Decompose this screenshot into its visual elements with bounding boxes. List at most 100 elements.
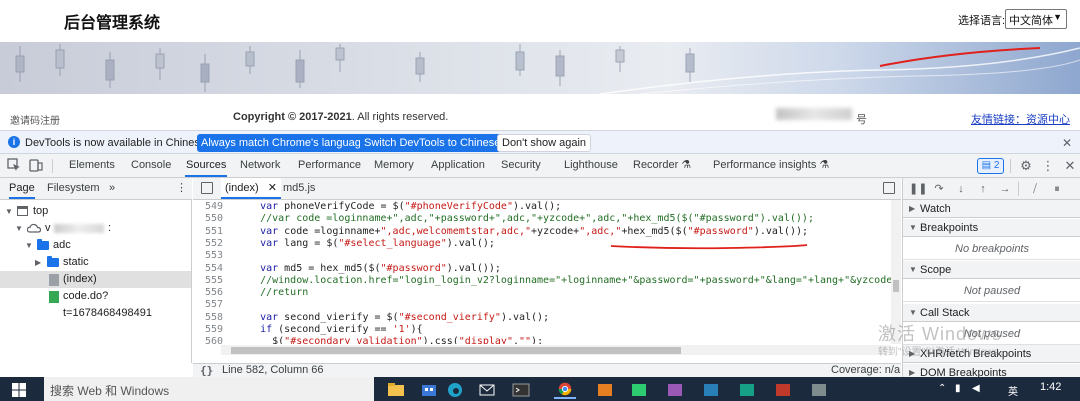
scope-not-paused-text: Not paused (903, 280, 1080, 302)
pause-on-exceptions-icon[interactable]: ⏸ (1049, 181, 1065, 197)
tab-network[interactable]: Network (239, 154, 281, 177)
expand-triangle-icon: ▼ (5, 207, 13, 216)
taskbar-search[interactable]: 搜索 Web 和 Windows (44, 377, 374, 401)
code-view[interactable]: 549 var phoneVerifyCode = $("#phoneVerif… (193, 200, 893, 344)
tree-item-index[interactable]: (index) (0, 271, 191, 288)
tray-chevron-icon[interactable]: ⌃ (938, 383, 946, 394)
copyright-suffix: . All rights reserved. (351, 111, 449, 123)
line-number: 551 (204, 225, 223, 237)
store-icon[interactable] (418, 380, 440, 399)
tab-lighthouse[interactable]: Lighthouse (563, 154, 619, 177)
friendly-links[interactable]: 友情链接：资源中心 (971, 111, 1070, 127)
toolbar-divider (1018, 182, 1019, 196)
file-icon (49, 274, 59, 286)
tab-elements[interactable]: Elements (68, 154, 116, 177)
taskbar-clock[interactable]: 1:42 (1040, 381, 1061, 393)
devtools-language-infobar: i DevTools is now available in Chinese! … (0, 130, 1080, 154)
tab-performance-insights[interactable]: Performance insights ⚗ (712, 154, 830, 177)
tab-memory[interactable]: Memory (373, 154, 415, 177)
navigator-menu-icon[interactable]: ⋮ (176, 178, 187, 199)
app-icon[interactable] (664, 380, 686, 399)
chevron-down-icon: ▼ (1053, 12, 1062, 22)
inspect-element-icon[interactable] (6, 158, 22, 174)
editor-tab-index[interactable]: (index) ✕ (221, 178, 281, 199)
tree-label-top: top (33, 205, 49, 217)
tree-item-static[interactable]: ▶ static (0, 254, 191, 271)
editor-tab-md5[interactable]: md5.js (279, 178, 319, 199)
ime-indicator[interactable]: 英 (1008, 383, 1018, 398)
code-line: 554 var md5 = hex_md5($("#password").val… (193, 263, 893, 275)
step-out-icon[interactable]: ↑ (975, 181, 991, 197)
switch-chinese-button[interactable]: Switch DevTools to Chinese (360, 134, 505, 152)
section-breakpoints-label: Breakpoints (920, 222, 979, 234)
tab-recorder[interactable]: Recorder ⚗ (632, 154, 692, 177)
pause-icon[interactable]: ❚❚ (909, 181, 927, 197)
edge-browser-icon[interactable] (444, 380, 466, 399)
app-icon[interactable] (772, 380, 794, 399)
site-footer: 邀请码注册 Copyright © 2017-2021. All rights … (0, 94, 1080, 130)
terminal-icon[interactable] (510, 380, 532, 399)
close-devtools-icon[interactable]: ✕ (1062, 158, 1078, 174)
app-icon[interactable] (594, 380, 616, 399)
file-explorer-icon[interactable] (385, 380, 407, 399)
pretty-print-icon[interactable]: {} (200, 364, 213, 377)
network-icon[interactable]: ▮ (955, 383, 961, 394)
app-icon[interactable] (808, 380, 830, 399)
dont-show-again-button[interactable]: Don't show again (497, 134, 592, 152)
section-breakpoints[interactable]: ▼ Breakpoints (903, 219, 1080, 237)
more-options-icon[interactable]: ⋮ (1040, 158, 1056, 174)
app-icon[interactable] (628, 380, 650, 399)
app-icon[interactable] (736, 380, 758, 399)
toggle-debugger-icon[interactable] (883, 182, 895, 194)
tree-item-top[interactable]: ▼ top (0, 203, 191, 220)
cursor-position: Line 582, Column 66 (222, 364, 324, 376)
code-line: 551 var code =loginname+",adc,welcomemts… (193, 226, 893, 238)
windows-start-icon[interactable] (12, 383, 26, 397)
issues-badge[interactable]: ▤ 2 (977, 158, 1004, 174)
section-scope[interactable]: ▼ Scope (903, 261, 1080, 279)
tree-item-code-do[interactable]: code.do?t=1678468498491 (0, 288, 191, 319)
step-icon[interactable]: → (997, 181, 1013, 197)
code-line: 557 (193, 299, 893, 311)
section-watch[interactable]: ▶ Watch (903, 200, 1080, 218)
more-tabs-icon[interactable]: » (109, 178, 115, 199)
scrollbar-thumb[interactable] (231, 347, 681, 354)
language-label: 选择语言: (958, 15, 1006, 27)
app-icon[interactable] (700, 380, 722, 399)
settings-gear-icon[interactable]: ⚙ (1018, 158, 1034, 174)
tab-sources[interactable]: Sources (185, 154, 228, 177)
toggle-navigator-icon[interactable] (201, 182, 213, 194)
tab-filesystem[interactable]: Filesystem (47, 178, 100, 199)
tab-security[interactable]: Security (500, 154, 542, 177)
tab-page[interactable]: Page (9, 178, 35, 199)
deactivate-breakpoints-icon[interactable]: ⧸ (1027, 181, 1043, 197)
close-tab-icon[interactable]: ✕ (268, 182, 277, 194)
tab-performance[interactable]: Performance (297, 154, 362, 177)
tree-item-adc[interactable]: ▼ adc (0, 237, 191, 254)
invite-register-link[interactable]: 邀请码注册 (10, 112, 60, 127)
match-language-button[interactable]: Always match Chrome's language (197, 134, 371, 152)
coverage-status: Coverage: n/a (831, 364, 901, 376)
volume-icon[interactable]: ◀ (972, 383, 980, 394)
tabbar-divider-2 (1010, 159, 1011, 173)
expand-triangle-icon: ▼ (15, 224, 23, 233)
tab-application[interactable]: Application (430, 154, 486, 177)
mail-icon[interactable] (476, 380, 498, 399)
tree-label-static: static (63, 256, 89, 268)
tree-item-host[interactable]: ▼ v : (0, 220, 191, 237)
code-line: 550 //var code =loginname+",adc,"+passwo… (193, 213, 893, 225)
horizontal-scrollbar[interactable] (221, 345, 891, 355)
devtools-tabbar: Elements Console Sources Network Perform… (0, 154, 1080, 178)
chrome-browser-icon[interactable] (554, 380, 576, 399)
device-toolbar-icon[interactable] (28, 158, 44, 174)
step-into-icon[interactable]: ↓ (953, 181, 969, 197)
line-number: 557 (204, 299, 223, 311)
step-over-icon[interactable]: ↷ (931, 181, 947, 197)
tree-label-adc: adc (53, 239, 71, 251)
code-text: var second_vierify = $("#second_vierify"… (260, 311, 550, 323)
info-icon: i (8, 136, 20, 148)
tab-console[interactable]: Console (130, 154, 172, 177)
close-icon[interactable]: ✕ (1062, 136, 1072, 150)
language-select[interactable]: 中文简体 ▼ (1005, 9, 1067, 29)
scrollbar-thumb[interactable] (893, 280, 899, 292)
